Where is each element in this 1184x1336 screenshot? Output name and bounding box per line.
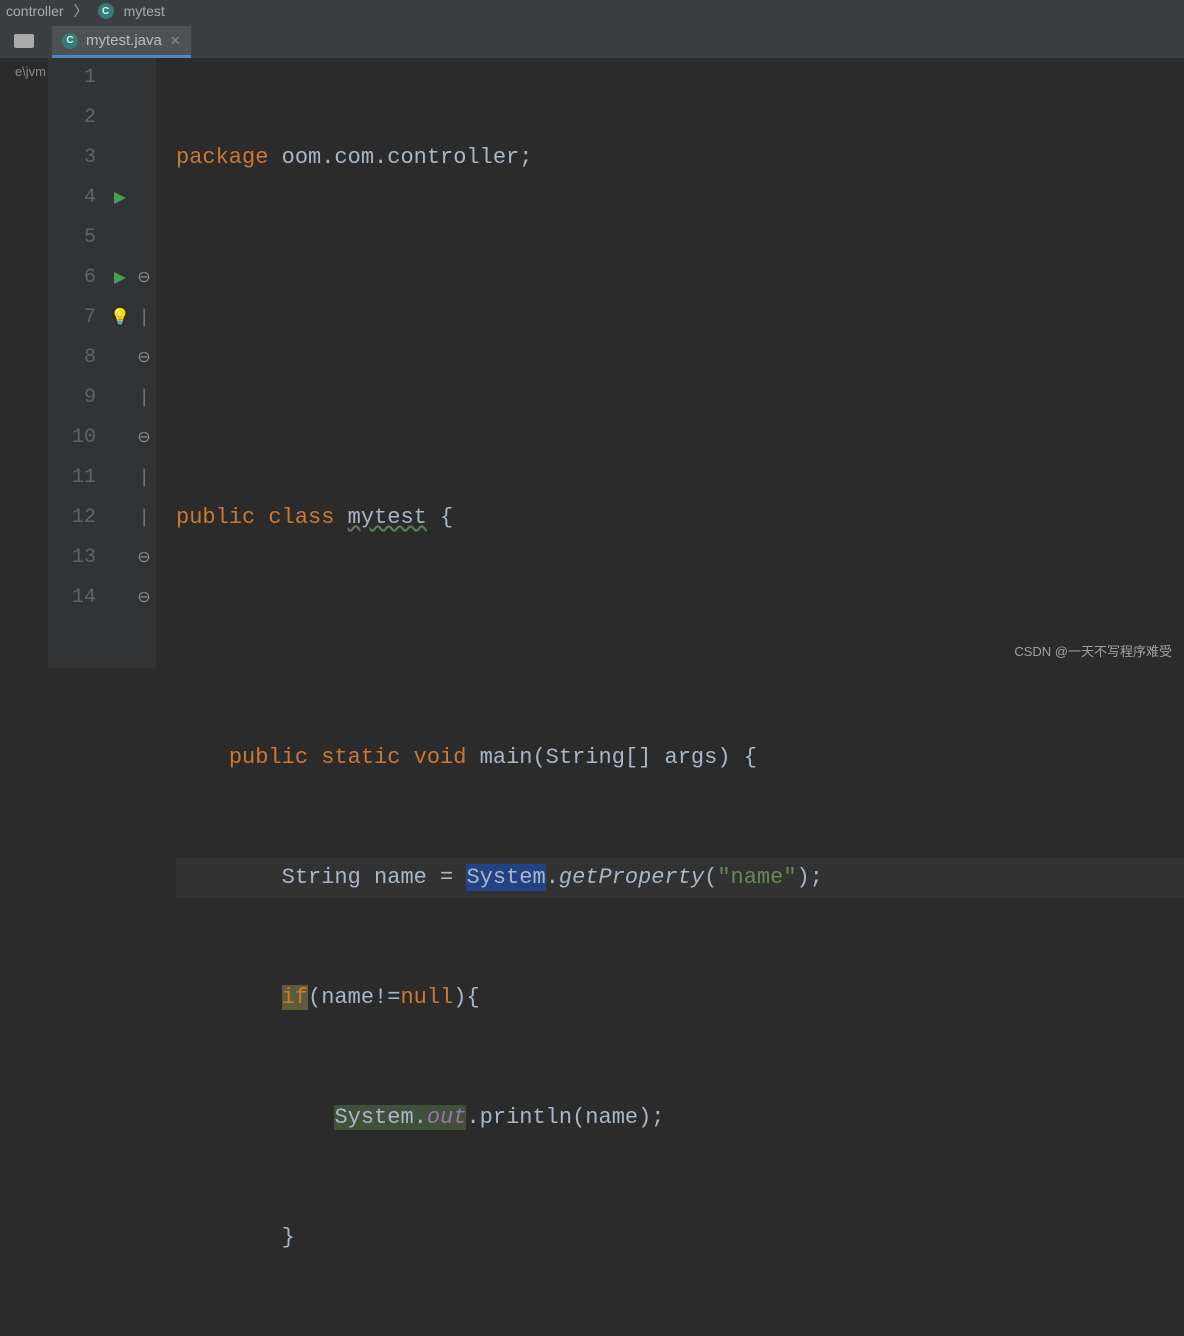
java-file-icon: C — [62, 33, 78, 49]
code-token: { — [427, 505, 453, 530]
code-token: oom.com.controller; — [282, 145, 533, 170]
code-token: mytest — [348, 505, 427, 530]
code-token: .println(name); — [466, 1105, 664, 1130]
breadcrumb-item[interactable]: controller — [6, 3, 64, 19]
tab-mytest[interactable]: C mytest.java ✕ — [52, 26, 191, 58]
code-token: String name = — [282, 865, 467, 890]
line-number[interactable]: 6 — [48, 258, 96, 298]
line-number[interactable]: 3 — [48, 138, 96, 178]
line-number[interactable]: 5 — [48, 218, 96, 258]
run-icon[interactable] — [108, 258, 132, 298]
code-token: ( — [704, 865, 717, 890]
breadcrumb-item[interactable]: mytest — [124, 3, 165, 19]
editor: e\jvm 1 2 3 4 5 6 7 8 9 10 11 12 13 14 💡… — [0, 58, 1184, 668]
code-token: null — [400, 985, 453, 1010]
code-token: . — [546, 865, 559, 890]
close-icon[interactable]: ✕ — [170, 33, 181, 49]
line-number[interactable]: 9 — [48, 378, 96, 418]
code-token: main — [480, 745, 533, 770]
fold-gutter: ⊖ │ ⊖ │ ⊖ │ │ ⊖ ⊖ — [132, 58, 156, 668]
fold-end-icon[interactable]: ⊖ — [132, 578, 156, 618]
fold-toggle-icon[interactable]: ⊖ — [132, 338, 156, 378]
line-number[interactable]: 1 — [48, 58, 96, 98]
code-token: (name!= — [308, 985, 400, 1010]
code-token: out — [427, 1105, 467, 1130]
line-number[interactable]: 8 — [48, 338, 96, 378]
breadcrumb[interactable]: controller 〉 C mytest — [0, 0, 1184, 22]
code-token: (String[] args) { — [532, 745, 756, 770]
editor-tabbar: C mytest.java ✕ — [0, 22, 1184, 58]
watermark: CSDN @一天不写程序难受 — [1014, 641, 1172, 660]
project-sidebar-label[interactable]: e\jvm — [0, 58, 48, 668]
code-token: public — [176, 505, 268, 530]
run-icon[interactable] — [108, 178, 132, 218]
gutter-marks: 💡 — [108, 58, 132, 668]
code-token: public — [229, 745, 321, 770]
code-token — [176, 865, 282, 890]
line-number[interactable]: 4 — [48, 178, 96, 218]
tool-window-toggle-icon[interactable] — [14, 34, 34, 48]
fold-end-icon[interactable]: ⊖ — [132, 418, 156, 458]
breadcrumb-sep: 〉 — [74, 1, 88, 21]
code-token: System. — [334, 1105, 426, 1130]
fold-end-icon[interactable]: ⊖ — [132, 538, 156, 578]
code-token: ); — [797, 865, 823, 890]
line-number[interactable]: 10 — [48, 418, 96, 458]
java-file-icon: C — [98, 3, 114, 19]
tab-label: mytest.java — [86, 32, 162, 49]
line-number[interactable]: 12 — [48, 498, 96, 538]
code-token: class — [268, 505, 347, 530]
code-token: getProperty — [559, 865, 704, 890]
code-token: void — [414, 745, 480, 770]
line-number[interactable]: 11 — [48, 458, 96, 498]
code-area[interactable]: package oom.com.controller; public class… — [156, 58, 1184, 668]
code-token: static — [321, 745, 413, 770]
code-token: "name" — [717, 865, 796, 890]
lightbulb-icon[interactable]: 💡 — [110, 309, 130, 327]
line-number[interactable]: 7 — [48, 298, 96, 338]
line-number[interactable]: 14 — [48, 578, 96, 618]
code-token: if — [282, 985, 308, 1010]
code-token: ){ — [453, 985, 479, 1010]
line-number[interactable]: 2 — [48, 98, 96, 138]
line-number[interactable]: 13 — [48, 538, 96, 578]
code-token: System — [466, 864, 545, 891]
code-token: package — [176, 145, 282, 170]
code-token: } — [282, 1225, 295, 1250]
fold-toggle-icon[interactable]: ⊖ — [132, 258, 156, 298]
line-number-gutter[interactable]: 1 2 3 4 5 6 7 8 9 10 11 12 13 14 — [48, 58, 108, 668]
